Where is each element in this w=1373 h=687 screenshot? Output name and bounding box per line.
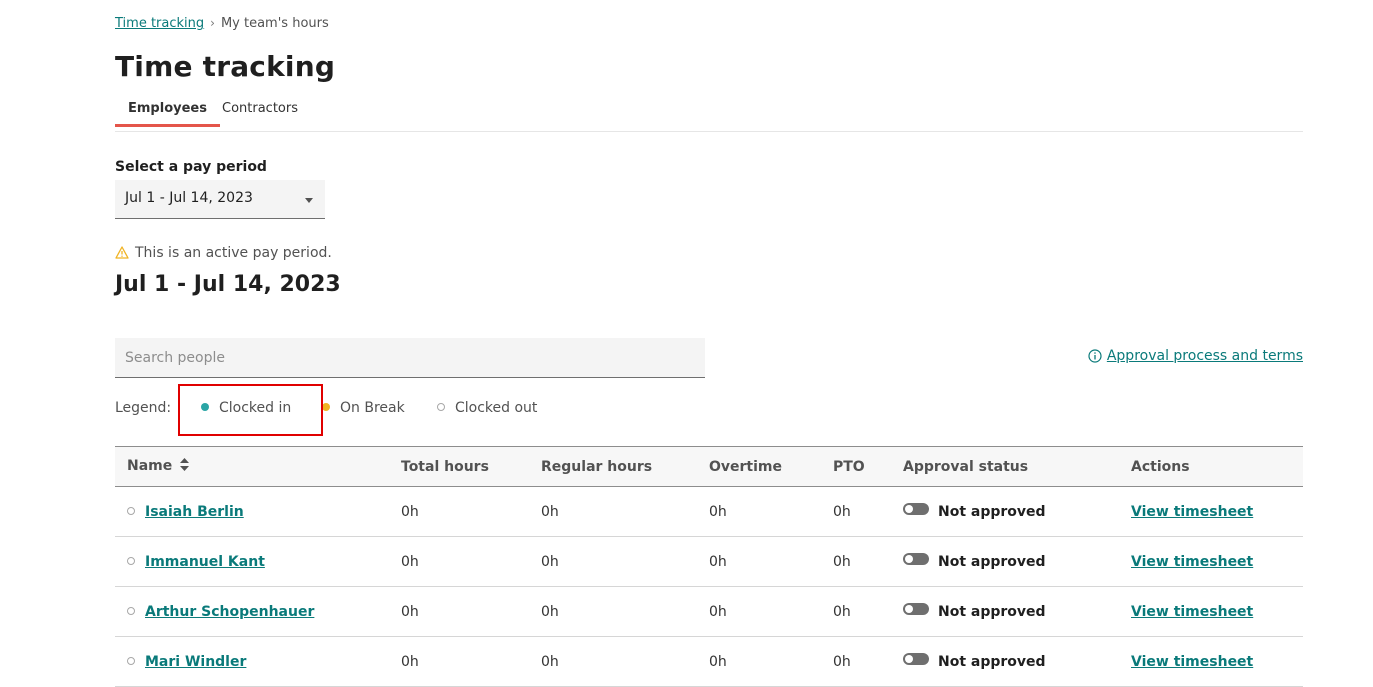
legend-on-break-label: On Break <box>340 400 405 416</box>
actions-cell: View timesheet <box>1119 587 1303 637</box>
pto-cell: 0h <box>833 603 851 620</box>
total-hours-cell: 0h <box>401 603 419 620</box>
approval-status-cell: Not approved <box>891 587 1119 637</box>
tab-bar: Employees Contractors <box>115 101 1303 132</box>
pay-period-label: Select a pay period <box>115 159 267 175</box>
warning-icon <box>115 246 129 263</box>
view-timesheet-link[interactable]: View timesheet <box>1131 554 1253 570</box>
table-row: Arthur Schopenhauer 0h 0h 0h 0h Not appr… <box>115 587 1303 637</box>
column-header-name-label: Name <box>127 458 173 474</box>
approval-status-cell: Not approved <box>891 487 1119 537</box>
actions-cell: View timesheet <box>1119 487 1303 537</box>
active-period-notice-text: This is an active pay period. <box>135 245 332 261</box>
table-header-row: Name Total hours Regular hours Overtime … <box>115 446 1303 487</box>
regular-hours-cell: 0h <box>541 503 559 520</box>
team-hours-table: Name Total hours Regular hours Overtime … <box>115 446 1303 687</box>
approval-process-link[interactable]: Approval process and terms <box>1088 348 1303 367</box>
approval-process-link-label: Approval process and terms <box>1106 348 1303 364</box>
legend-label: Legend: <box>115 400 172 416</box>
legend-clocked-out: Clocked out <box>437 400 537 416</box>
approval-status-label: Not approved <box>938 604 1046 620</box>
actions-cell: View timesheet <box>1119 537 1303 587</box>
pto-cell: 0h <box>833 553 851 570</box>
approval-toggle[interactable] <box>903 553 929 565</box>
page-title: Time tracking <box>115 50 336 83</box>
overtime-cell: 0h <box>709 603 727 620</box>
breadcrumb-current: My team's hours <box>220 16 329 31</box>
column-header-regular-hours: Regular hours <box>541 458 653 475</box>
total-hours-cell: 0h <box>401 653 419 670</box>
column-header-total-hours: Total hours <box>401 458 489 475</box>
approval-toggle[interactable] <box>903 603 929 615</box>
breadcrumb-separator: › <box>210 16 215 30</box>
breadcrumb: Time tracking › My team's hours <box>115 16 329 31</box>
pto-cell: 0h <box>833 653 851 670</box>
pay-period-select[interactable]: Jul 1 - Jul 14, 2023 <box>115 180 325 219</box>
column-header-approval-status: Approval status <box>903 458 1029 475</box>
view-timesheet-link[interactable]: View timesheet <box>1131 604 1253 620</box>
approval-status-cell: Not approved <box>891 637 1119 687</box>
column-header-actions: Actions <box>1131 458 1190 475</box>
table-row: Immanuel Kant 0h 0h 0h 0h Not approved V… <box>115 537 1303 587</box>
clocked-out-dot-icon <box>127 606 135 615</box>
tab-contractors[interactable]: Contractors <box>222 101 298 124</box>
pto-cell: 0h <box>833 503 851 520</box>
caret-down-icon <box>305 198 313 203</box>
regular-hours-cell: 0h <box>541 653 559 670</box>
total-hours-cell: 0h <box>401 553 419 570</box>
overtime-cell: 0h <box>709 503 727 520</box>
employee-name-cell: Isaiah Berlin <box>115 487 389 537</box>
total-hours-cell: 0h <box>401 503 419 520</box>
overtime-cell: 0h <box>709 653 727 670</box>
regular-hours-cell: 0h <box>541 553 559 570</box>
approval-status-label: Not approved <box>938 554 1046 570</box>
view-timesheet-link[interactable]: View timesheet <box>1131 504 1253 520</box>
employee-name-cell: Arthur Schopenhauer <box>115 587 389 637</box>
approval-status-label: Not approved <box>938 654 1046 670</box>
column-header-overtime: Overtime <box>709 458 783 475</box>
clocked-out-dot-icon <box>127 556 135 565</box>
pay-period-selected-value: Jul 1 - Jul 14, 2023 <box>125 190 253 206</box>
clocked-out-dot-icon <box>437 403 445 411</box>
column-header-pto: PTO <box>833 458 865 475</box>
active-period-notice: This is an active pay period. <box>115 245 332 263</box>
pay-period-heading: Jul 1 - Jul 14, 2023 <box>115 272 341 297</box>
column-header-name[interactable]: Name <box>115 447 389 487</box>
approval-toggle[interactable] <box>903 503 929 515</box>
employee-name-link[interactable]: Mari Windler <box>145 654 246 670</box>
sort-icon[interactable] <box>180 458 190 475</box>
employee-name-cell: Mari Windler <box>115 637 389 687</box>
actions-cell: View timesheet <box>1119 637 1303 687</box>
employee-name-link[interactable]: Arthur Schopenhauer <box>145 604 314 620</box>
legend-clocked-out-label: Clocked out <box>455 400 538 416</box>
employee-name-link[interactable]: Immanuel Kant <box>145 554 265 570</box>
overtime-cell: 0h <box>709 553 727 570</box>
clocked-out-dot-icon <box>127 656 135 665</box>
search-people-input[interactable] <box>115 338 705 378</box>
view-timesheet-link[interactable]: View timesheet <box>1131 654 1253 670</box>
legend-on-break: On Break <box>322 400 405 416</box>
on-break-dot-icon <box>322 403 330 411</box>
approval-toggle[interactable] <box>903 653 929 665</box>
table-row: Isaiah Berlin 0h 0h 0h 0h Not approved V… <box>115 487 1303 537</box>
employee-name-cell: Immanuel Kant <box>115 537 389 587</box>
breadcrumb-time-tracking-link[interactable]: Time tracking <box>115 16 204 31</box>
approval-status-cell: Not approved <box>891 537 1119 587</box>
highlight-box <box>178 384 323 436</box>
info-icon <box>1088 349 1102 367</box>
tab-employees[interactable]: Employees <box>115 101 220 127</box>
table-row: Mari Windler 0h 0h 0h 0h Not approved Vi… <box>115 637 1303 687</box>
approval-status-label: Not approved <box>938 504 1046 520</box>
employee-name-link[interactable]: Isaiah Berlin <box>145 504 244 520</box>
regular-hours-cell: 0h <box>541 603 559 620</box>
clocked-out-dot-icon <box>127 506 135 515</box>
